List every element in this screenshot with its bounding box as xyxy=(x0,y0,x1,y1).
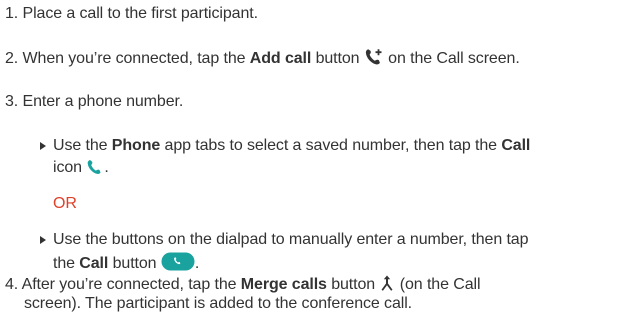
step-3: 3. Enter a phone number. xyxy=(5,92,183,112)
step-1-text: Place a call to the first participant. xyxy=(22,5,259,22)
step-2-number: 2. xyxy=(5,50,19,67)
bullet-icon xyxy=(40,236,46,244)
step-1: 1. Place a call to the first participant… xyxy=(5,4,258,24)
step-4-number: 4. xyxy=(5,276,19,293)
step-1-number: 1. xyxy=(5,5,19,22)
or-label: OR xyxy=(53,195,77,212)
option-saved-number-line1: Use the Phone app tabs to select a saved… xyxy=(53,136,530,156)
step-3-number: 3. xyxy=(5,93,19,110)
step-2-text-before: When you’re connected, tap the xyxy=(22,50,250,67)
step-2-text-after: on the Call screen. xyxy=(383,50,520,67)
option-1-text-a: Use the xyxy=(53,137,112,154)
step-3-text: Enter a phone number. xyxy=(22,93,184,110)
option-saved-number-line2: icon . xyxy=(53,158,109,181)
step-2-text-mid: button xyxy=(311,50,364,67)
call-icon-label: Call xyxy=(501,137,531,154)
step-4-text-before: After you’re connected, tap the xyxy=(21,276,241,293)
instructions-document: 1. Place a call to the first participant… xyxy=(0,0,621,314)
phone-icon xyxy=(86,159,104,181)
option-2-text-c: . xyxy=(194,255,200,272)
call-button-label: Call xyxy=(79,255,109,272)
add-call-label: Add call xyxy=(249,50,312,67)
merge-calls-label: Merge calls xyxy=(240,276,327,293)
step-4-line2: screen). The participant is added to the… xyxy=(24,295,413,312)
option-2-text-b: button xyxy=(108,255,161,272)
option-1-text-c: icon xyxy=(53,159,87,176)
option-1-text-b: app tabs to select a saved number, then … xyxy=(160,137,502,154)
step-4-text-mid: button xyxy=(326,276,380,293)
phone-app-label: Phone xyxy=(111,137,161,154)
add-call-icon xyxy=(364,48,384,72)
step-2: 2. When you’re connected, tap the Add ca… xyxy=(5,48,520,72)
bullet-icon xyxy=(40,142,46,150)
option-2-text-a: the xyxy=(53,255,80,272)
option-dialpad-line1: Use the buttons on the dialpad to manual… xyxy=(53,231,529,248)
step-4-text-after: (on the Call xyxy=(395,276,481,293)
option-1-text-d: . xyxy=(104,159,109,176)
